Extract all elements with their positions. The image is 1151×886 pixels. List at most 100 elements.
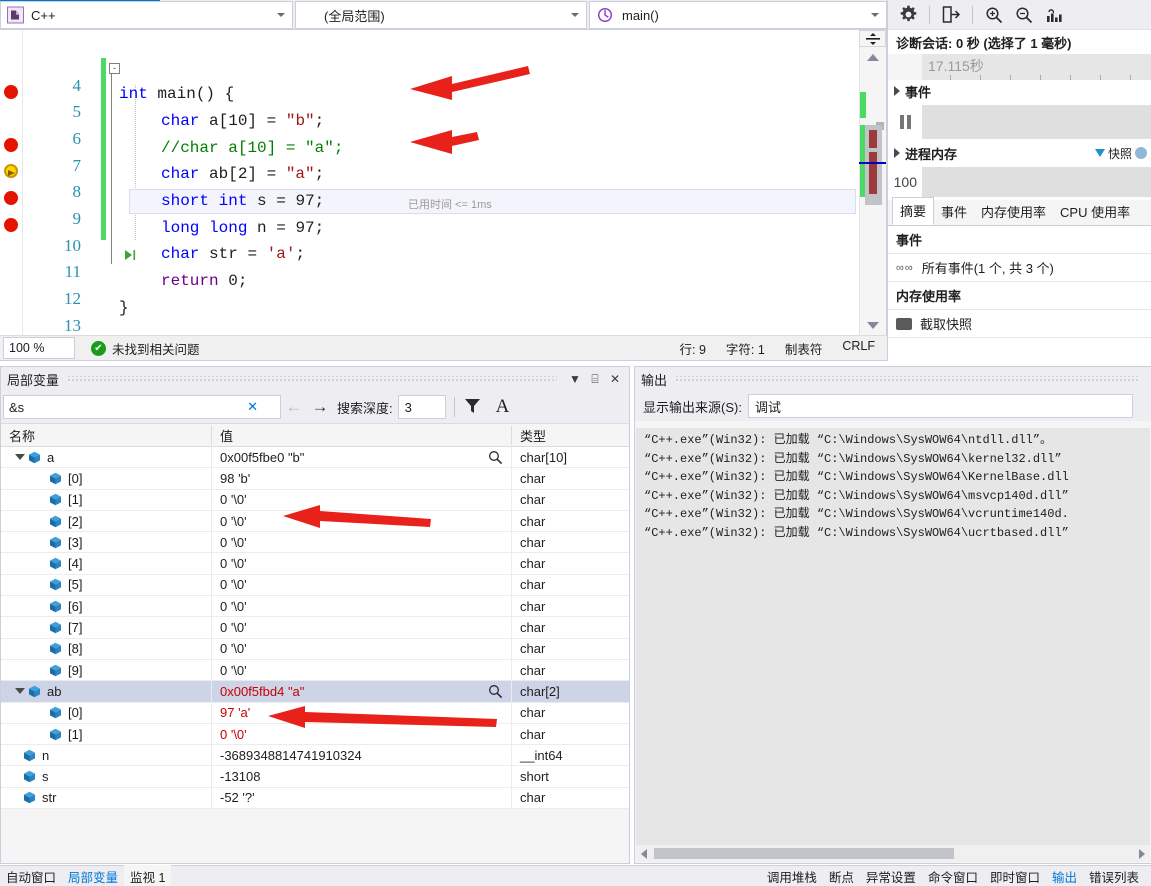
tab-summary[interactable]: 摘要 [892, 197, 935, 225]
variable-name-cell[interactable]: [9] [1, 663, 211, 678]
variable-name-cell[interactable]: [1] [1, 492, 211, 507]
editor-vertical-scrollbar[interactable] [859, 30, 886, 335]
zoom-out-icon[interactable] [1010, 2, 1038, 28]
table-row[interactable]: str -52 '?' char [1, 787, 629, 810]
variable-name-cell[interactable]: a [1, 450, 211, 465]
table-row[interactable]: ab 0x00f5fbd4 "a" char[2] [1, 681, 629, 703]
tab-memory-usage[interactable]: 内存使用率 [974, 199, 1053, 225]
table-row[interactable]: [7] 0 '\0' char [1, 617, 629, 639]
table-row[interactable]: [0] 98 'b' char [1, 468, 629, 490]
code-line-6[interactable]: 6 char a[10] = "b"; [23, 111, 886, 148]
code-line-12[interactable]: 12 return 0; [23, 271, 886, 308]
function-dropdown[interactable]: main() [589, 1, 887, 29]
scroll-up-arrow[interactable] [867, 54, 879, 61]
diagnostic-memory-section[interactable]: 进程内存 快照 [888, 142, 1151, 164]
table-row[interactable]: [0] 97 'a' char [1, 702, 629, 724]
variable-name-cell[interactable]: [1] [1, 727, 211, 742]
variable-value-cell[interactable]: 0x00f5fbe0 "b" [211, 447, 511, 468]
clear-search-icon[interactable]: ✕ [247, 399, 258, 415]
scroll-down-arrow[interactable] [867, 322, 879, 329]
table-row[interactable]: [5] 0 '\0' char [1, 574, 629, 597]
variable-value-cell[interactable]: 98 'b' [211, 468, 511, 489]
scope-dropdown[interactable]: (全局范围) [295, 1, 587, 29]
search-next-button[interactable]: → [307, 397, 333, 417]
search-previous-button[interactable]: ← [281, 397, 307, 417]
table-row[interactable]: [1] 0 '\0' char [1, 489, 629, 511]
variable-name-cell[interactable]: n [1, 748, 211, 763]
column-header-name[interactable]: 名称 [1, 426, 211, 445]
summary-memory-row[interactable]: 截取快照 [888, 310, 1151, 338]
table-row[interactable]: [2] 0 '\0' char [1, 510, 629, 533]
summary-events-row[interactable]: ∞∞ 所有事件(1 个, 共 3 个) [888, 254, 1151, 282]
expander-triangle-icon[interactable] [894, 148, 900, 158]
variable-value-cell[interactable]: 0 '\0' [211, 489, 511, 510]
scroll-left-arrow[interactable] [641, 848, 647, 859]
zoom-level-dropdown[interactable]: 100 % [3, 337, 75, 359]
locals-variable-list[interactable]: a 0x00f5fbe0 "b" char[10] [0] 98 'b' char [1] 0… [1, 447, 629, 810]
tab-command-window[interactable]: 命令窗口 [922, 865, 984, 886]
variable-name-cell[interactable]: [2] [1, 514, 211, 529]
match-case-icon[interactable]: A [496, 396, 510, 418]
close-icon[interactable]: ✕ [605, 372, 625, 386]
variable-value-cell[interactable]: 0 '\0' [211, 510, 511, 532]
output-source-dropdown[interactable]: 调试 [747, 394, 1133, 418]
value-visualizer-button[interactable] [488, 684, 505, 699]
variable-name-cell[interactable]: [5] [1, 577, 211, 592]
output-horizontal-scrollbar[interactable] [636, 845, 1150, 862]
diagnostic-tab-strip[interactable]: 摘要 事件 内存使用率 CPU 使用率 [888, 197, 1151, 226]
variable-value-cell[interactable]: 0 '\0' [211, 638, 511, 659]
code-line-10[interactable]: 10 long long n = 97; [23, 218, 886, 255]
tab-output[interactable]: 输出 [1046, 865, 1083, 886]
chart-icon[interactable] [1040, 2, 1068, 28]
table-row[interactable]: [6] 0 '\0' char [1, 596, 629, 618]
expander-triangle-icon[interactable] [15, 454, 25, 461]
variable-value-cell[interactable]: -52 '?' [211, 787, 511, 809]
variable-value-cell[interactable]: 0 '\0' [211, 659, 511, 681]
export-icon[interactable] [937, 2, 965, 28]
tab-events[interactable]: 事件 [934, 199, 974, 225]
tab-immediate-window[interactable]: 即时窗口 [984, 865, 1046, 886]
code-line-8[interactable]: 8 char ab[2] = "a"; [23, 164, 886, 201]
code-line-5[interactable]: 5 int main() { [23, 84, 886, 121]
value-visualizer-button[interactable] [488, 450, 505, 465]
tab-cpu-usage[interactable]: CPU 使用率 [1053, 199, 1137, 225]
breakpoint-line-8[interactable] [4, 138, 18, 152]
pin-icon[interactable]: ⌸ [585, 372, 605, 387]
variable-value-cell[interactable]: 0x00f5fbd4 "a" [211, 681, 511, 702]
variable-value-cell[interactable]: -13108 [211, 766, 511, 787]
variable-name-cell[interactable]: ab [1, 684, 211, 699]
column-header-type[interactable]: 类型 [511, 425, 629, 445]
table-row[interactable]: a 0x00f5fbe0 "b" char[10] [1, 447, 629, 469]
breakpoint-line-11[interactable] [4, 218, 18, 232]
chevron-down-icon[interactable]: ▼ [565, 372, 585, 386]
hscroll-thumb[interactable] [654, 848, 954, 859]
search-depth-dropdown[interactable]: 3 [397, 395, 446, 419]
variable-name-cell[interactable]: [7] [1, 620, 211, 635]
expander-triangle-icon[interactable] [15, 688, 25, 695]
variable-name-cell[interactable]: s [1, 769, 211, 784]
table-row[interactable]: [8] 0 '\0' char [1, 638, 629, 660]
variable-name-cell[interactable]: str [1, 790, 211, 805]
search-input[interactable]: &s ✕ [3, 395, 281, 419]
tab-breakpoints[interactable]: 断点 [823, 865, 860, 886]
gear-icon[interactable] [894, 2, 922, 28]
column-header-value[interactable]: 值 [211, 425, 511, 445]
tab-exception-settings[interactable]: 异常设置 [860, 865, 922, 886]
variable-value-cell[interactable]: 0 '\0' [211, 596, 511, 617]
tab-locals[interactable]: 局部变量 [62, 865, 124, 886]
tab-autos[interactable]: 自动窗口 [0, 865, 62, 886]
variable-name-cell[interactable]: [0] [1, 471, 211, 486]
variable-name-cell[interactable]: [0] [1, 705, 211, 720]
breakpoint-gutter[interactable] [0, 30, 23, 335]
variable-value-cell[interactable]: 0 '\0' [211, 532, 511, 553]
variable-value-cell[interactable]: 0 '\0' [211, 617, 511, 638]
code-text-area[interactable]: - 4 5 int main() { 6 char a[10] = "b"; 7… [23, 30, 886, 335]
table-row[interactable]: s -13108 short [1, 766, 629, 788]
variable-name-cell[interactable]: [8] [1, 641, 211, 656]
zoom-in-icon[interactable] [980, 2, 1008, 28]
table-row[interactable]: n -3689348814741910324 __int64 [1, 745, 629, 767]
table-row[interactable]: [3] 0 '\0' char [1, 532, 629, 554]
variable-name-cell[interactable]: [3] [1, 535, 211, 550]
tab-call-stack[interactable]: 调用堆栈 [761, 865, 823, 886]
current-statement-marker[interactable] [4, 164, 18, 178]
